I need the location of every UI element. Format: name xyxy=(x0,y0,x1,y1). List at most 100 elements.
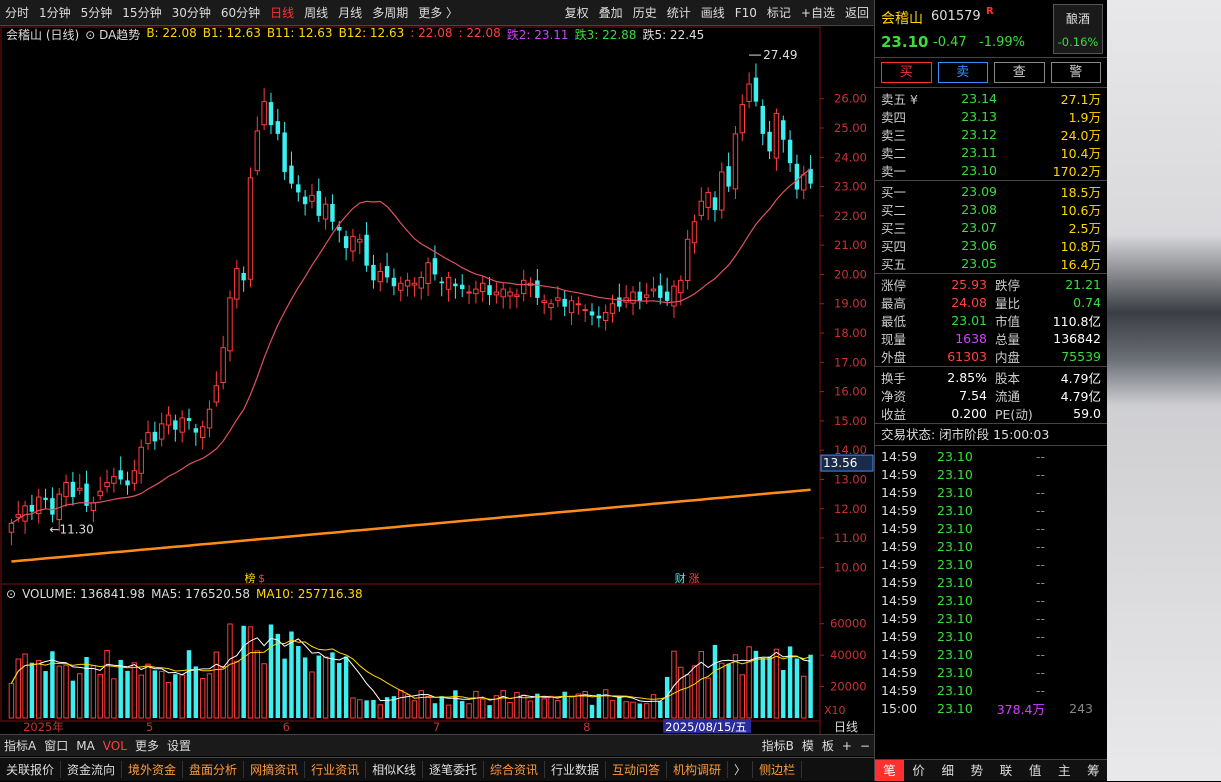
info-tab-2[interactable]: 境外资金 xyxy=(122,761,184,778)
trade-buttons: 买 卖 查 警 xyxy=(875,58,1107,88)
sector-box[interactable]: 酿酒 -0.16% xyxy=(1053,4,1103,54)
tick-row: 14:59 23.10 -- xyxy=(875,663,1107,681)
toolbar-action-5[interactable]: F10 xyxy=(735,6,757,20)
side-tab-4[interactable]: 联 xyxy=(992,760,1021,781)
indicator-right-2[interactable]: 板 xyxy=(822,737,834,754)
stats-block-2: 换手 2.85% 股本 4.79亿 净资 7.54 流通 4.79亿 收益 0.200 PE(动) 5… xyxy=(875,367,1107,424)
volume-bar xyxy=(404,694,411,719)
asks-label: 卖二 xyxy=(881,145,907,161)
indicator-right-4[interactable]: − xyxy=(860,739,870,753)
ma10-value: MA10: 257716.38 xyxy=(256,587,363,601)
toolbar-action-2[interactable]: 历史 xyxy=(633,4,657,21)
indicator-dropdown[interactable]: ⊙ DA趋势 xyxy=(85,26,140,42)
info-tab-10[interactable]: 互动问答 xyxy=(606,761,668,778)
candle-body xyxy=(330,203,335,222)
volume-bar xyxy=(684,674,691,719)
candle-body xyxy=(111,476,117,484)
period-tab-7[interactable]: 周线 xyxy=(304,4,328,21)
side-tab-0[interactable]: 笔 xyxy=(875,760,905,781)
volume-bar xyxy=(801,675,807,719)
info-tab-9[interactable]: 行业数据 xyxy=(545,761,607,778)
period-tab-9[interactable]: 多周期 xyxy=(372,4,408,21)
tick-row: 14:59 23.10 -- xyxy=(875,555,1107,573)
chart-title-bar: 会稽山 (日线) ⊙ DA趋势 B: 22.08 B1: 12.63 B11: 12… xyxy=(0,26,704,42)
tick-price: 23.10 xyxy=(937,574,973,590)
volume-dropdown-icon[interactable]: ⊙ xyxy=(6,587,16,601)
info-tab-8[interactable]: 综合资讯 xyxy=(484,761,545,778)
alert-button[interactable]: 警 xyxy=(1050,62,1101,83)
side-tab-6[interactable]: 主 xyxy=(1050,760,1079,781)
asks-label: 卖三 xyxy=(881,127,907,143)
buy-button[interactable]: 买 xyxy=(881,62,932,83)
tick-price: 23.10 xyxy=(937,592,973,608)
price-axis-label: 24.00 xyxy=(834,150,867,164)
period-tab-10[interactable]: 更多 〉 xyxy=(418,4,458,21)
candle-body xyxy=(186,418,192,421)
candle-body xyxy=(643,294,650,298)
indicator-value-7: 跌3: 22.88 xyxy=(574,28,637,42)
tick-list[interactable]: 14:59 23.10 -- 14:59 23.10 -- 14:59 23.10 -- 14:5… xyxy=(875,446,1107,717)
tick-price: 23.10 xyxy=(937,700,973,716)
info-tab-12[interactable]: 〉 xyxy=(728,761,754,778)
tick-volume: -- xyxy=(1035,610,1045,626)
indicator-right-1[interactable]: 模 xyxy=(802,737,814,754)
info-tab-4[interactable]: 网摘资讯 xyxy=(244,761,306,778)
indicator-tab-3[interactable]: VOL xyxy=(103,739,127,753)
kline-chart[interactable]: 26.00 25.00 24.00 23.00 22.00 21.00 20.00 19.00… xyxy=(0,26,874,734)
indicator-tab-2[interactable]: MA xyxy=(76,739,95,753)
period-tab-1[interactable]: 1分钟 xyxy=(39,4,71,21)
side-tab-3[interactable]: 势 xyxy=(962,760,991,781)
indicator-tab-1[interactable]: 窗口 xyxy=(44,737,68,754)
sell-button[interactable]: 卖 xyxy=(937,62,988,83)
info-tab-5[interactable]: 行业资讯 xyxy=(305,761,367,778)
tick-row: 15:00 23.10 378.4万 243 xyxy=(875,699,1107,717)
indicator-right-0[interactable]: 指标B xyxy=(762,737,794,754)
period-tab-4[interactable]: 30分钟 xyxy=(172,4,211,21)
stat-value: 0.74 xyxy=(1073,294,1101,310)
candle-body xyxy=(104,481,110,488)
toolbar-action-7[interactable]: +自选 xyxy=(801,4,835,21)
period-tab-3[interactable]: 15分钟 xyxy=(122,4,161,21)
kline-chart-area[interactable]: 26.00 25.00 24.00 23.00 22.00 21.00 20.00 19.00… xyxy=(0,26,874,734)
volume-bar xyxy=(15,658,21,719)
volume-bar xyxy=(398,689,404,719)
period-tab-0[interactable]: 分时 xyxy=(5,4,29,21)
info-tab-11[interactable]: 机构调研 xyxy=(667,761,729,778)
period-tab-2[interactable]: 5分钟 xyxy=(81,4,113,21)
indicator-tab-0[interactable]: 指标A xyxy=(4,737,36,754)
period-tab-8[interactable]: 月线 xyxy=(338,4,362,21)
query-button[interactable]: 查 xyxy=(994,62,1045,83)
toolbar-action-0[interactable]: 复权 xyxy=(565,4,589,21)
toolbar-action-4[interactable]: 画线 xyxy=(701,4,725,21)
stat-value: 110.8亿 xyxy=(1052,313,1101,329)
indicator-right-3[interactable]: + xyxy=(842,739,852,753)
volume-bar xyxy=(432,703,438,718)
toolbar-action-6[interactable]: 标记 xyxy=(767,4,791,21)
info-tab-0[interactable]: 关联报价 xyxy=(0,761,62,778)
toolbar-action-3[interactable]: 统计 xyxy=(667,4,691,21)
period-tab-5[interactable]: 60分钟 xyxy=(221,4,260,21)
info-tab-6[interactable]: 相似K线 xyxy=(366,761,423,778)
indicator-tab-4[interactable]: 更多 xyxy=(135,737,159,754)
stat-value: 75539 xyxy=(1061,348,1101,364)
side-tab-1[interactable]: 价 xyxy=(904,760,933,781)
volume-bar xyxy=(22,653,28,719)
candle-body xyxy=(43,497,48,500)
side-tab-7[interactable]: 筹 xyxy=(1079,760,1108,781)
indicator-tab-5[interactable]: 设置 xyxy=(167,737,191,754)
stat-value: 1638 xyxy=(955,330,987,346)
side-tab-5[interactable]: 值 xyxy=(1021,760,1050,781)
candle-body xyxy=(507,291,513,297)
info-tab-3[interactable]: 盘面分析 xyxy=(183,761,245,778)
tick-volume: -- xyxy=(1035,502,1045,518)
tick-time: 14:59 xyxy=(881,574,918,590)
period-tab-6[interactable]: 日线 xyxy=(270,4,294,21)
volume-bar xyxy=(568,695,575,719)
side-tab-2[interactable]: 细 xyxy=(933,760,962,781)
date-label: 2025年 xyxy=(23,720,64,734)
toolbar-action-1[interactable]: 叠加 xyxy=(599,4,623,21)
info-tab-7[interactable]: 逐笔委托 xyxy=(423,761,484,778)
info-tab-1[interactable]: 资金流向 xyxy=(61,761,123,778)
info-tab-13[interactable]: 侧边栏 xyxy=(753,761,803,778)
toolbar-action-8[interactable]: 返回 xyxy=(845,4,869,21)
